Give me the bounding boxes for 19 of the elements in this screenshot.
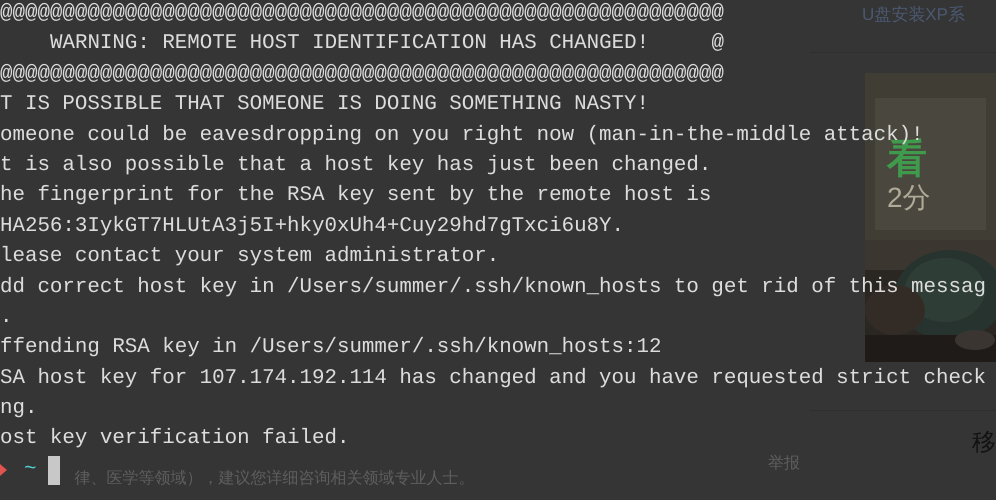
terminal-line: SA host key for 107.174.192.114 has changed and you have requested strict check bbox=[0, 366, 986, 390]
ad-subline: 2分 bbox=[887, 182, 932, 214]
terminal-line: @@@@@@@@@@@@@@@@@@@@@@@@@@@@@@@@@@@@@@@@@@@@@@@@@@@@@@@@@@ bbox=[0, 62, 724, 86]
terminal-line: ng. bbox=[0, 397, 38, 420]
terminal-line: dd correct host key in /Users/summer/.ssh/known_hosts to get rid of this messag bbox=[0, 276, 986, 299]
terminal-line: @@@@@@@@@@@@@@@@@@@@@@@@@@@@@@@@@@@@@@@@@@@@@@@@@@@@@@@@@@ bbox=[0, 2, 724, 25]
terminal-line: t is also possible that a host key has just been changed. bbox=[0, 154, 712, 177]
terminal-line: ost key verification failed. bbox=[0, 427, 350, 450]
sidebar-title[interactable]: U盘安装XP系 bbox=[862, 5, 965, 24]
prompt-path: ~ bbox=[24, 456, 36, 483]
terminal-line: . bbox=[0, 306, 12, 329]
prompt-icon bbox=[0, 463, 8, 478]
terminal-line: lease contact your system administrator. bbox=[0, 245, 500, 268]
terminal-line: HA256:3IykGT7HLUtA3j5I+hky0xUh4+Cuy29hd7gTxci6u8Y. bbox=[0, 214, 624, 238]
terminal-line: he fingerprint for the RSA key sent by the remote host is bbox=[0, 184, 712, 208]
terminal-line: WARNING: REMOTE HOST IDENTIFICATION HAS CHANGED! @ bbox=[50, 32, 724, 56]
terminal-line: T IS POSSIBLE THAT SOMEONE IS DOING SOMETHING NASTY! bbox=[0, 93, 649, 116]
cursor bbox=[48, 456, 60, 485]
terminal-line: ffending RSA key in /Users/summer/.ssh/known_hosts:12 bbox=[0, 336, 662, 360]
